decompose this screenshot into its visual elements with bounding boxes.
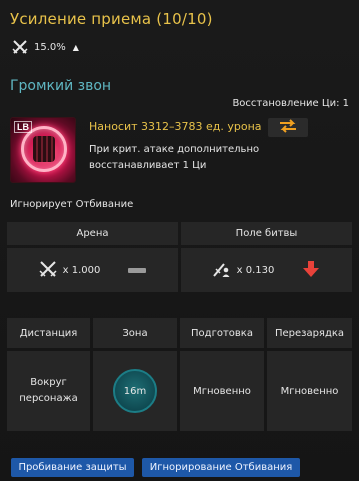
stat-value-cast: Мгновенно bbox=[180, 351, 264, 431]
stat-header-cast: Подготовка bbox=[180, 318, 264, 348]
mode-header-field: Поле битвы bbox=[181, 222, 352, 245]
stat-value-cooldown: Мгновенно bbox=[267, 351, 352, 431]
stat-header-cooldown: Перезарядка bbox=[267, 318, 352, 348]
bonus-value: 15.0% bbox=[34, 41, 66, 53]
crossed-swords-icon bbox=[12, 40, 28, 54]
skill-icon-bell bbox=[33, 136, 55, 162]
arrow-up-icon: ▲ bbox=[72, 42, 79, 52]
skill-key-badge: LB bbox=[14, 121, 32, 133]
sword-person-icon bbox=[212, 261, 231, 280]
stat-value-zone-cell: 16m bbox=[93, 351, 177, 431]
bonus-row: 15.0% ▲ bbox=[12, 38, 79, 56]
stat-header-zone: Зона bbox=[93, 318, 177, 348]
crit-effect-text: При крит. атаке дополнительно восстанавл… bbox=[89, 144, 260, 171]
field-multiplier: x 0.130 bbox=[236, 264, 275, 276]
tag-defense-pierce: Пробивание защиты bbox=[11, 458, 134, 477]
mode-header-arena: Арена bbox=[7, 222, 178, 245]
swap-button[interactable] bbox=[268, 118, 308, 137]
ignore-parry-text: Игнорирует Отбивание bbox=[10, 199, 134, 210]
tooltip-title: Усиление приема (10/10) bbox=[10, 10, 213, 28]
skill-icon: LB bbox=[10, 117, 76, 183]
zone-radius-value: 16m bbox=[123, 385, 147, 397]
arena-multiplier: x 1.000 bbox=[62, 264, 101, 276]
tag-ignore-parry: Игнорирование Отбивания bbox=[142, 458, 300, 477]
stat-header-range: Дистанция bbox=[7, 318, 90, 348]
mode-value-arena: x 1.000 bbox=[7, 248, 178, 292]
stat-value-range: Вокруг персонажа bbox=[7, 351, 90, 431]
swap-arrows-icon bbox=[278, 118, 298, 137]
zone-radius-icon: 16m bbox=[113, 369, 157, 413]
qi-recovery: Восстановление Ци: 1 bbox=[232, 98, 349, 109]
skill-tooltip: Усиление приема (10/10) 15.0% ▲ Громкий … bbox=[0, 0, 359, 481]
crossed-swords-icon bbox=[39, 260, 57, 280]
arrow-down-icon bbox=[302, 260, 320, 280]
dash-icon bbox=[128, 267, 147, 273]
damage-text: Наносит 3312–3783 ед. урона bbox=[89, 120, 262, 133]
mode-value-field: x 0.130 bbox=[181, 248, 352, 292]
skill-name: Громкий звон bbox=[10, 78, 112, 94]
